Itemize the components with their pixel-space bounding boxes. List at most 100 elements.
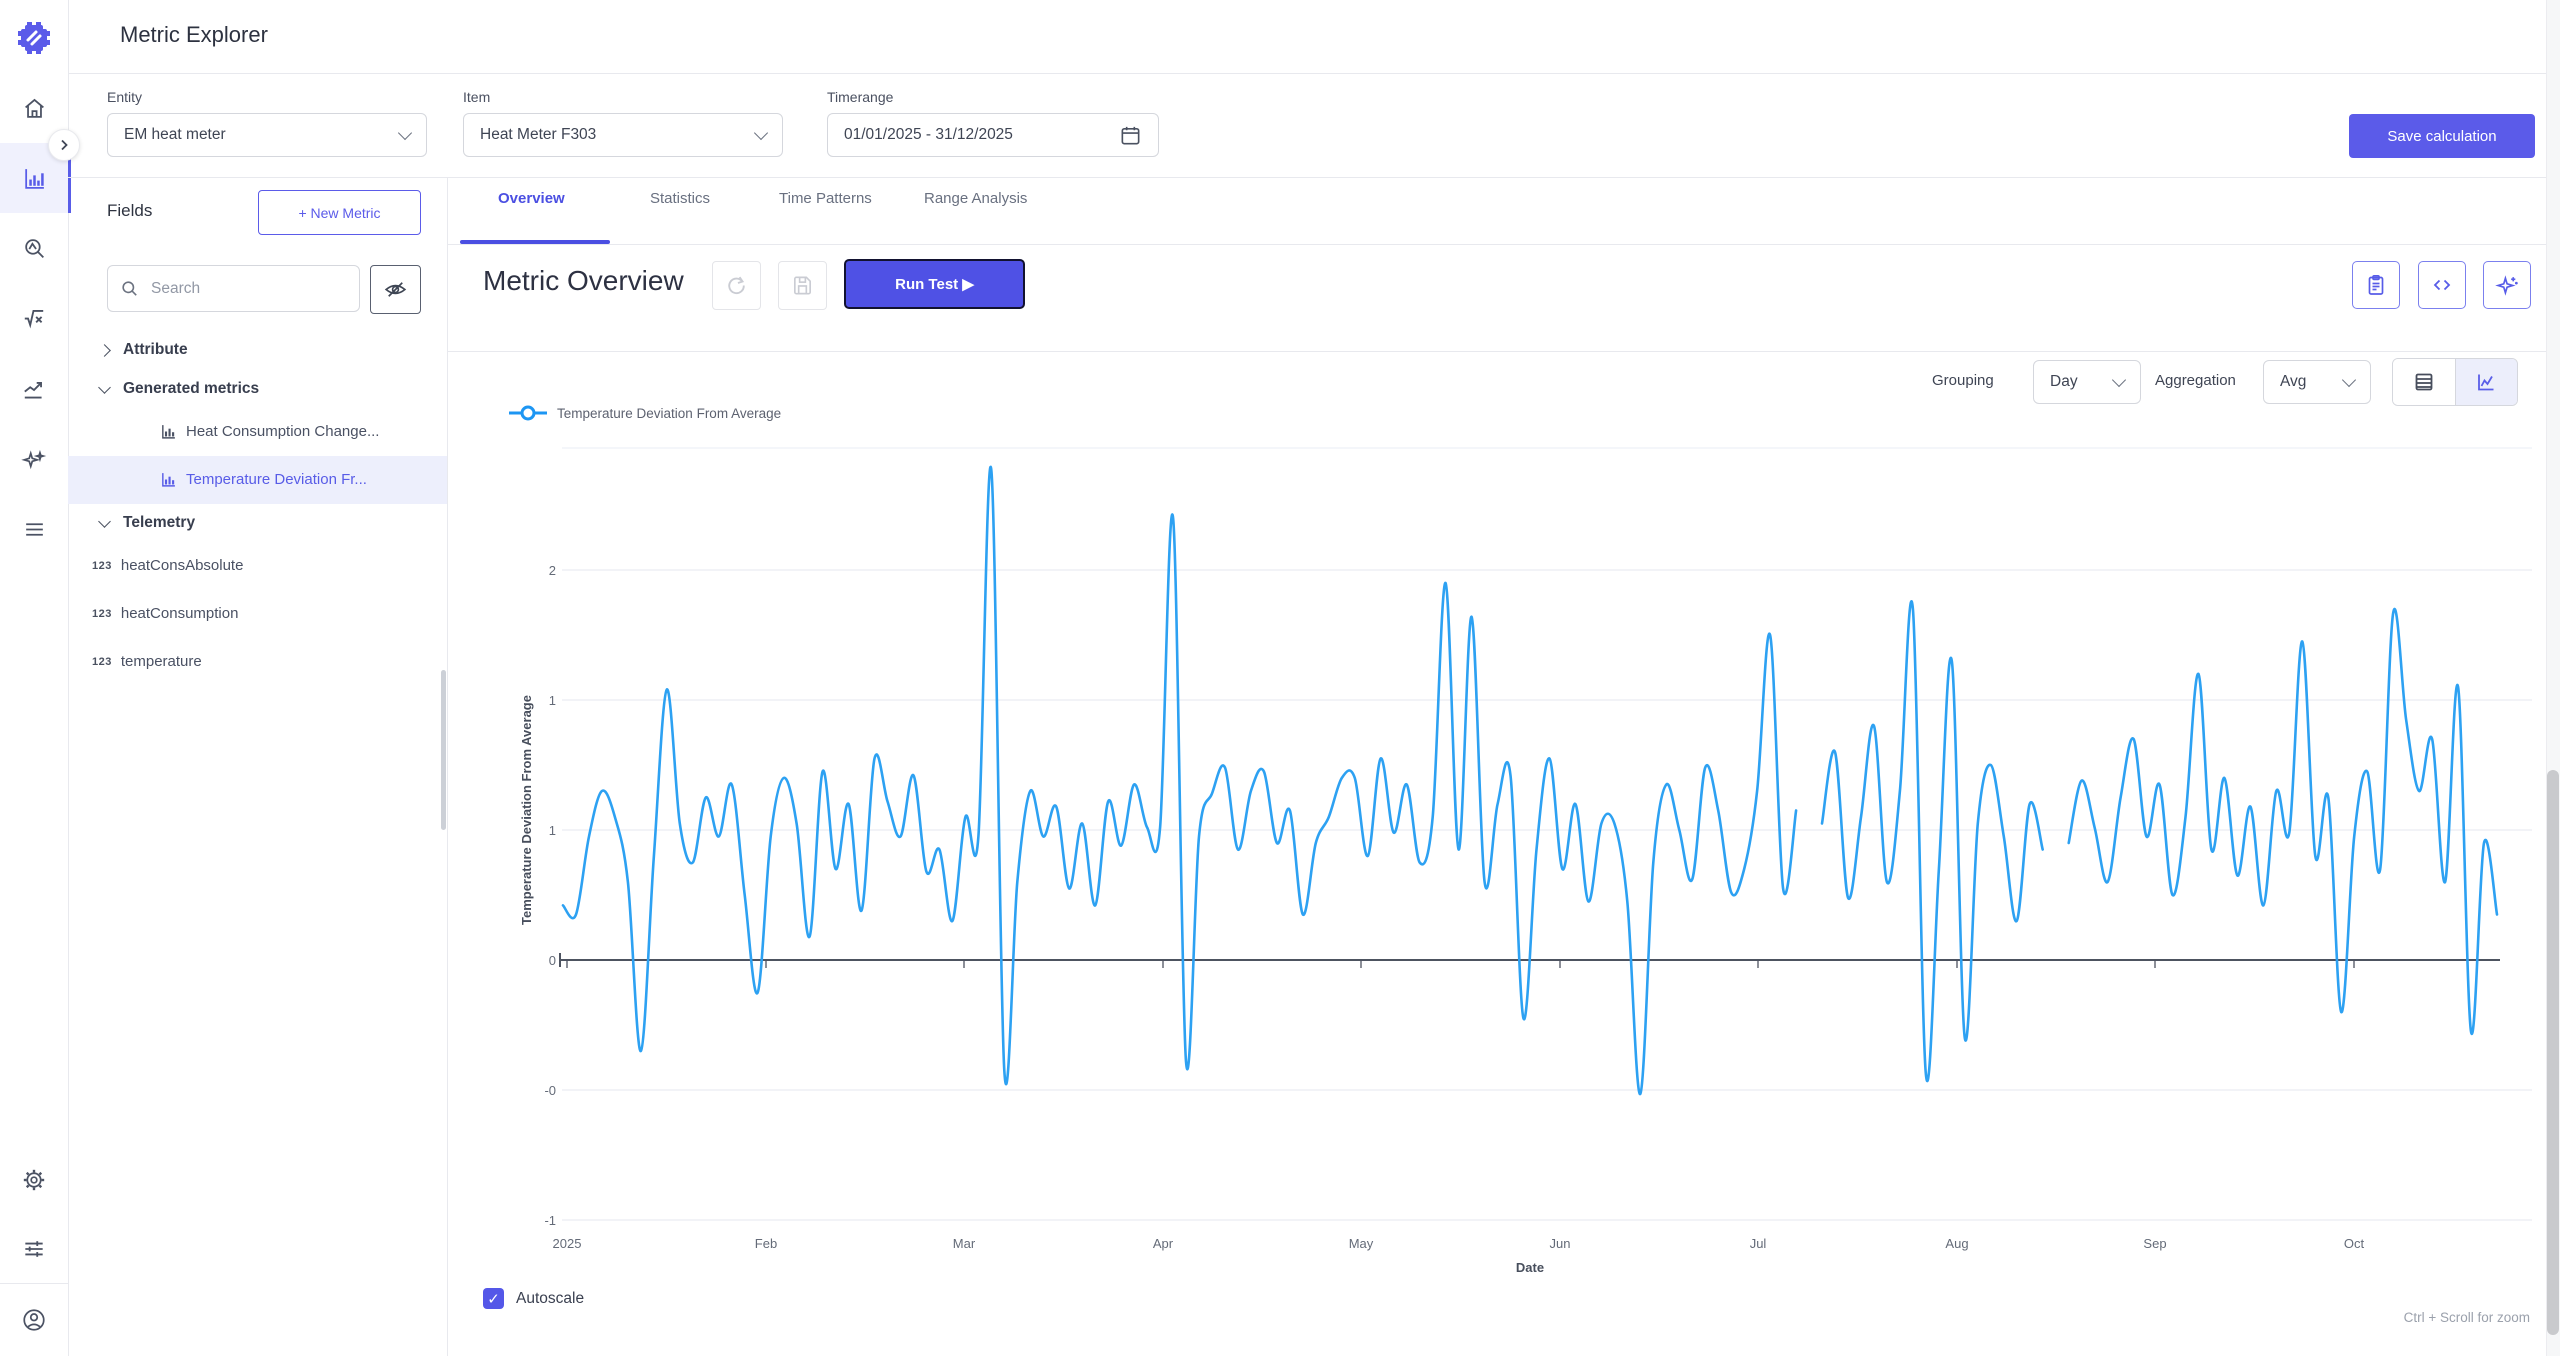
report-button[interactable]: [2352, 261, 2400, 309]
item-select[interactable]: Heat Meter F303: [463, 113, 783, 157]
chevron-down-icon: [98, 515, 111, 528]
metric-item-label: Heat Consumption Change...: [186, 423, 379, 440]
save-metric-button[interactable]: [778, 261, 827, 310]
tab-time-patterns[interactable]: Time Patterns: [779, 190, 872, 207]
new-metric-button[interactable]: + New Metric: [258, 190, 421, 235]
tree-group-label: Attribute: [123, 341, 188, 359]
ai-sparkles-icon: [21, 449, 47, 475]
chevron-down-icon: [98, 381, 111, 394]
tab-range-analysis[interactable]: Range Analysis: [924, 190, 1027, 207]
sparkle-icon: [2495, 273, 2520, 298]
run-test-button[interactable]: Run Test ▶: [844, 259, 1025, 309]
svg-text:Sep: Sep: [2143, 1236, 2166, 1251]
telemetry-item-temperature[interactable]: 123 temperature: [92, 653, 202, 670]
metric-item-temperature-deviation[interactable]: Temperature Deviation Fr...: [160, 471, 367, 488]
entity-value: EM heat meter: [124, 126, 400, 144]
app-logo: [0, 10, 68, 66]
tab-statistics[interactable]: Statistics: [650, 190, 710, 207]
tree-group-generated-metrics[interactable]: Generated metrics: [100, 380, 259, 398]
chevron-right-icon: [58, 139, 70, 151]
tree-group-telemetry[interactable]: Telemetry: [100, 514, 195, 532]
svg-text:Jul: Jul: [1750, 1236, 1767, 1251]
bar-chart-icon: [160, 423, 177, 440]
header-divider: [68, 73, 2560, 74]
trends-icon: [21, 377, 47, 403]
fields-title: Fields: [107, 201, 152, 221]
svg-text:Temperature Deviation From Ave: Temperature Deviation From Average: [519, 695, 534, 925]
timerange-picker[interactable]: 01/01/2025 - 31/12/2025: [827, 113, 1159, 157]
field-search[interactable]: [107, 265, 360, 312]
account-icon: [21, 1307, 47, 1333]
svg-text:2025: 2025: [553, 1236, 582, 1251]
section-title: Metric Overview: [483, 265, 684, 297]
item-label: Item: [463, 89, 490, 105]
metric-item-label: Temperature Deviation Fr...: [186, 471, 367, 488]
tab-overview[interactable]: Overview: [498, 190, 565, 207]
svg-text:Apr: Apr: [1153, 1236, 1174, 1251]
chevron-down-icon: [754, 126, 768, 140]
svg-text:2: 2: [549, 563, 556, 578]
sidebar-item-menu[interactable]: [0, 501, 68, 557]
expand-sidebar-button[interactable]: [48, 129, 80, 161]
page-scrollbar-thumb[interactable]: [2547, 770, 2559, 1335]
telemetry-item-heatconsabsolute[interactable]: 123 heatConsAbsolute: [92, 557, 243, 574]
chevron-right-icon: [98, 344, 111, 357]
filter-row-divider: [68, 177, 2560, 178]
item-value: Heat Meter F303: [480, 126, 756, 144]
page-title: Metric Explorer: [120, 22, 268, 48]
svg-text:Date: Date: [1516, 1260, 1544, 1275]
svg-text:May: May: [1349, 1236, 1374, 1251]
sidebar-scrollbar[interactable]: [441, 670, 446, 830]
tree-group-label: Generated metrics: [123, 380, 259, 398]
home-icon: [22, 96, 47, 121]
chevron-down-icon: [398, 126, 412, 140]
toggle-hidden-fields-button[interactable]: [370, 265, 421, 314]
sidebar-item-formula[interactable]: [0, 290, 68, 346]
metric-explorer-app: Metric Explorer Entity EM heat meter Ite…: [0, 0, 2560, 1356]
entity-label: Entity: [107, 89, 142, 105]
code-view-button[interactable]: [2418, 261, 2466, 309]
calendar-icon: [1119, 124, 1142, 147]
sidebar-item-settings[interactable]: [0, 1152, 68, 1208]
sidebar-item-home[interactable]: [0, 80, 68, 136]
timerange-label: Timerange: [827, 89, 893, 105]
svg-text:-0: -0: [544, 1083, 556, 1098]
sidebar-item-preferences[interactable]: [0, 1221, 68, 1277]
number-field-icon: 123: [92, 656, 112, 668]
logo-icon: [15, 19, 53, 57]
clipboard-icon: [2364, 273, 2388, 297]
tree-group-attribute[interactable]: Attribute: [100, 341, 188, 359]
search-icon: [120, 279, 139, 298]
search-input[interactable]: [149, 279, 333, 299]
chart-plot[interactable]: 2110-0-12025FebMarAprMayJunJulAugSepOctT…: [447, 350, 2560, 1356]
sidebar-item-ai-assistant[interactable]: [0, 434, 68, 490]
bar-chart-icon: [160, 471, 177, 488]
rail-divider: [0, 1283, 68, 1284]
eye-off-icon: [383, 277, 408, 302]
preferences-icon: [21, 1236, 47, 1262]
svg-text:Feb: Feb: [755, 1236, 777, 1251]
sidebar-item-data-search[interactable]: [0, 220, 68, 276]
check-icon: ✓: [487, 1290, 500, 1308]
sidebar-item-trends[interactable]: [0, 362, 68, 418]
ai-generate-button[interactable]: [2483, 261, 2531, 309]
tabs-divider: [447, 244, 2560, 245]
menu-icon: [22, 517, 47, 542]
number-field-icon: 123: [92, 560, 112, 572]
sidebar-item-account[interactable]: [0, 1292, 68, 1348]
save-calculation-button[interactable]: Save calculation: [2349, 114, 2535, 158]
data-search-icon: [22, 236, 47, 261]
telemetry-item-heatconsumption[interactable]: 123 heatConsumption: [92, 605, 238, 622]
settings-icon: [21, 1167, 47, 1193]
reset-button[interactable]: [712, 261, 761, 310]
entity-select[interactable]: EM heat meter: [107, 113, 427, 157]
metric-item-heat-consumption-change[interactable]: Heat Consumption Change...: [160, 423, 379, 440]
autoscale-label: Autoscale: [516, 1290, 584, 1308]
telemetry-item-label: heatConsumption: [121, 605, 239, 622]
metric-explorer-icon: [22, 166, 47, 191]
svg-text:1: 1: [549, 823, 556, 838]
svg-text:1: 1: [549, 693, 556, 708]
code-icon: [2430, 273, 2454, 297]
tree-group-label: Telemetry: [123, 514, 195, 532]
autoscale-checkbox[interactable]: ✓: [483, 1288, 504, 1309]
